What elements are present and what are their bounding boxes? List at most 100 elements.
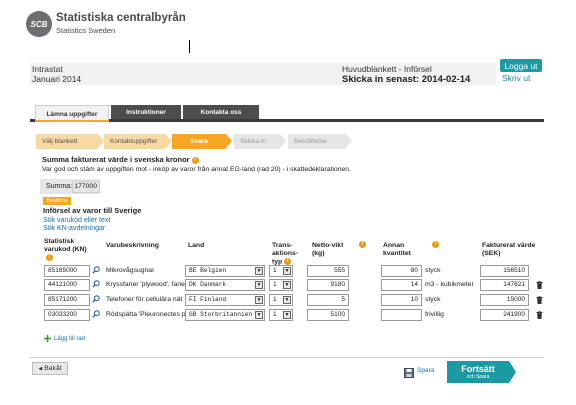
- info-icon[interactable]: i: [191, 156, 199, 164]
- continue-arrow: [509, 361, 516, 383]
- search-icon[interactable]: [92, 295, 100, 303]
- chevron-down-icon: ▼: [283, 311, 291, 319]
- country-select[interactable]: DK Danmark ▼: [185, 279, 265, 291]
- transaction-value: 1: [273, 311, 277, 318]
- step-arrow: [226, 134, 232, 148]
- header-code: Statistisk varukod (KN)i: [44, 238, 94, 262]
- quantity-input[interactable]: 80: [381, 265, 422, 277]
- step-svara: Svara: [172, 134, 226, 149]
- country-select[interactable]: FI Finland ▼: [185, 294, 265, 306]
- header-value: Fakturerat värde (SEK): [482, 242, 536, 257]
- sum-label: Summa:: [46, 183, 73, 190]
- chevron-down-icon: ▼: [283, 296, 291, 304]
- chevron-down-icon: ▼: [283, 281, 291, 289]
- save-link[interactable]: Spara: [417, 367, 434, 374]
- unit-label: styck: [425, 267, 441, 274]
- header-description: Varubeskrivning: [106, 242, 159, 249]
- info-icon[interactable]: i: [284, 258, 292, 265]
- step-skicka-in: Skicka in: [234, 134, 280, 149]
- quantity-input[interactable]: 14: [381, 279, 422, 291]
- trash-icon[interactable]: [536, 281, 543, 289]
- search-code-link[interactable]: Sök varukod eller text: [43, 217, 110, 224]
- step-arrow: [346, 134, 352, 148]
- description-text: Kryssfaner 'plywood', fane: [106, 281, 185, 288]
- value-input[interactable]: 241900: [480, 309, 529, 321]
- description-text: Rödspätta 'Pleuronectes p: [106, 311, 186, 318]
- tab-instruktioner[interactable]: Instruktioner: [111, 105, 181, 119]
- chevron-down-icon: ▼: [255, 267, 263, 275]
- tab-kontakta-oss[interactable]: Kontakta oss: [183, 105, 259, 119]
- weight-input[interactable]: 5: [307, 294, 349, 306]
- continue-button[interactable]: Fortsätt och Spara: [447, 361, 509, 383]
- country-value: DK Danmark: [189, 281, 227, 288]
- survey-name: Intrastat: [32, 64, 63, 74]
- continue-sublabel: och Spara: [466, 374, 490, 380]
- header-code-label: Statistisk varukod (KN): [44, 238, 87, 253]
- code-input[interactable]: 85165000: [44, 265, 90, 277]
- weight-input[interactable]: 5100: [307, 309, 349, 321]
- save-icon[interactable]: [404, 368, 414, 378]
- search-icon[interactable]: [92, 310, 100, 318]
- search-kn-link[interactable]: Sök KN-avdelningar: [43, 225, 105, 232]
- logo-text: SCB: [30, 19, 48, 29]
- country-select[interactable]: BE Belgien ▼: [185, 265, 265, 277]
- info-icon[interactable]: i: [432, 241, 439, 248]
- unit-label: m3 - kubikmeter: [425, 281, 474, 288]
- print-link[interactable]: Skriv ut: [502, 73, 530, 83]
- sum-field: 177000: [72, 181, 100, 193]
- trash-icon[interactable]: [536, 296, 543, 304]
- code-input[interactable]: 03033200: [44, 309, 90, 321]
- unit-label: styck: [425, 296, 441, 303]
- search-icon[interactable]: [92, 266, 100, 274]
- summary-description: Var god och stäm av uppgiften mot - inkö…: [42, 166, 351, 173]
- trash-icon[interactable]: [536, 311, 543, 319]
- calculate-button[interactable]: Beräkna: [43, 197, 71, 205]
- weight-input[interactable]: 555: [307, 265, 349, 277]
- header-country: Land: [188, 242, 205, 249]
- plus-icon: [44, 335, 51, 342]
- continue-label: Fortsätt: [461, 364, 495, 374]
- survey-period: Januari 2014: [32, 74, 82, 84]
- search-icon[interactable]: [92, 280, 100, 288]
- code-input[interactable]: 44121000: [44, 279, 90, 291]
- weight-input[interactable]: 9180: [307, 279, 349, 291]
- value-input[interactable]: 156510: [480, 265, 529, 277]
- add-row-label: Lägg till rad: [54, 335, 86, 342]
- import-title: Införsel av varor till Sverige: [43, 206, 142, 215]
- country-value: GB Storbritannien: [189, 311, 253, 318]
- logout-button[interactable]: Logga ut: [500, 59, 542, 72]
- chevron-down-icon: ▼: [255, 281, 263, 289]
- scb-logo: SCB: [26, 11, 52, 37]
- transaction-select[interactable]: 1 ▼: [269, 294, 293, 306]
- org-subname: Statistics Sweden: [56, 26, 116, 35]
- value-input[interactable]: 147621: [480, 279, 529, 291]
- step-bekraftelse: Bekräftelse: [288, 134, 346, 149]
- transaction-select[interactable]: 1 ▼: [269, 279, 293, 291]
- code-input[interactable]: 85171200: [44, 294, 90, 306]
- back-arrow-icon: ◀: [38, 365, 43, 372]
- back-button[interactable]: ◀ Bakåt: [32, 362, 68, 375]
- value-input[interactable]: 15000: [480, 294, 529, 306]
- transaction-select[interactable]: 1 ▼: [269, 309, 293, 321]
- info-icon[interactable]: i: [46, 254, 53, 261]
- footer-divider: [30, 357, 544, 358]
- country-value: BE Belgien: [189, 267, 227, 274]
- quantity-input[interactable]: [381, 309, 422, 321]
- country-value: FI Finland: [189, 296, 227, 303]
- active-tab-indicator: [35, 120, 109, 122]
- step-kontaktuppgifter[interactable]: Kontaktuppgifter: [104, 134, 166, 149]
- country-select[interactable]: GB Storbritannien ▼: [185, 309, 265, 321]
- chevron-down-icon: ▼: [283, 267, 291, 275]
- transaction-select[interactable]: 1 ▼: [269, 265, 293, 277]
- info-icon[interactable]: i: [359, 241, 366, 248]
- unit-label: frivillig: [425, 311, 444, 318]
- add-row-button[interactable]: Lägg till rad: [44, 335, 85, 342]
- description-text: Mikrovågsugnar: [106, 267, 155, 274]
- org-name: Statistiska centralbyrån: [56, 12, 186, 24]
- step-valj-blankett[interactable]: Välj blankett: [36, 134, 98, 149]
- form-name: Huvudblankett - Införsel: [342, 64, 432, 74]
- deadline: Skicka in senast: 2014-02-14: [342, 74, 471, 85]
- quantity-input[interactable]: 10: [381, 294, 422, 306]
- transaction-value: 1: [273, 267, 277, 274]
- chevron-down-icon: ▼: [255, 296, 263, 304]
